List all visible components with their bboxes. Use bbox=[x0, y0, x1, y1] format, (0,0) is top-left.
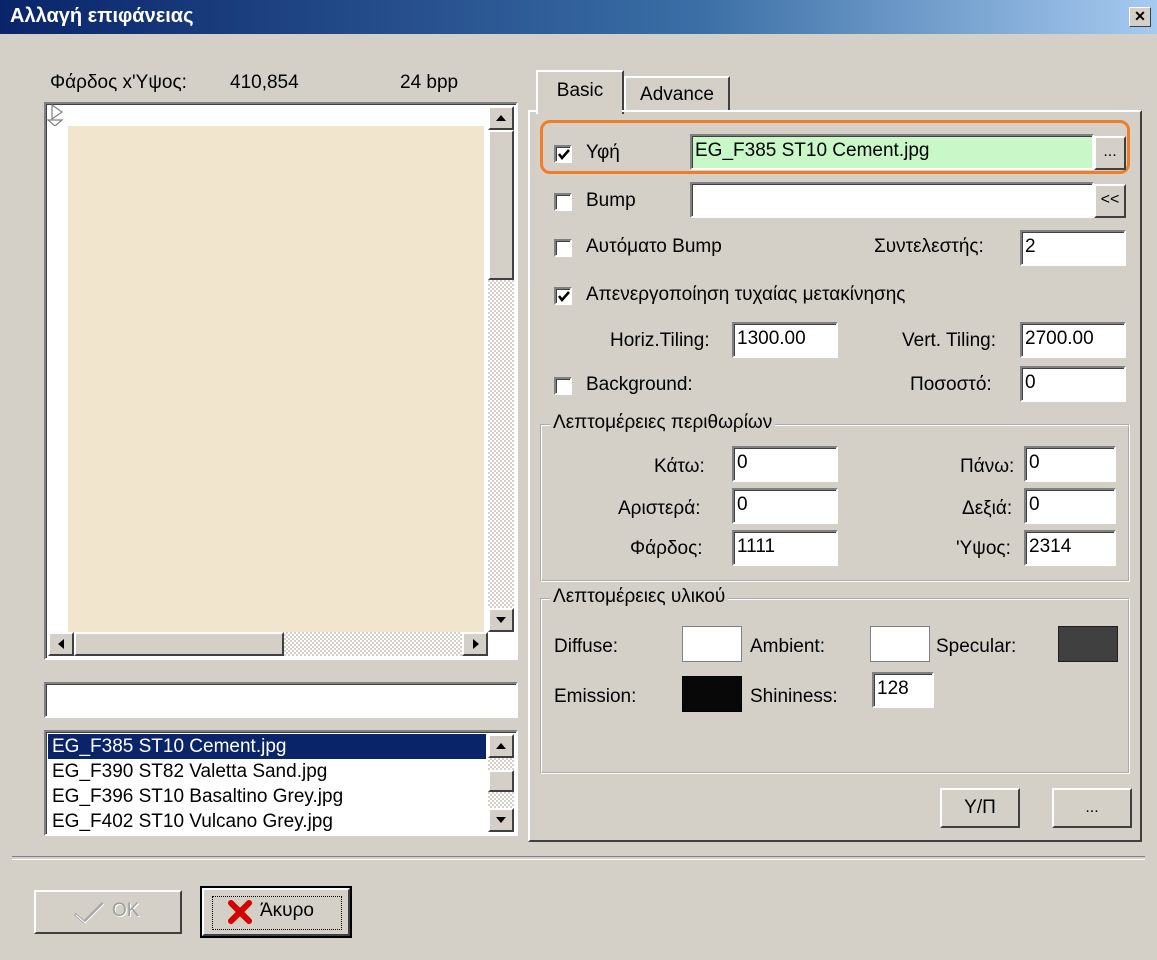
close-button[interactable]: ✕ bbox=[1129, 7, 1151, 27]
margin-top-field[interactable]: 0 bbox=[1024, 446, 1116, 482]
material-group-title: Λεπτομέρειες υλικού bbox=[550, 586, 729, 608]
margins-group-title: Λεπτομέρειες περιθωρίων bbox=[550, 412, 776, 434]
margin-bottom-field[interactable]: 0 bbox=[732, 446, 838, 482]
disable-random-label: Απενεργοποίηση τυχαίας μετακίνησης bbox=[586, 284, 906, 305]
margin-right-label: Δεξιά: bbox=[962, 498, 1013, 519]
disable-random-checkbox[interactable] bbox=[554, 287, 572, 305]
shininess-label: Shininess: bbox=[750, 686, 838, 707]
specular-color-swatch[interactable] bbox=[1058, 626, 1118, 662]
texture-checkbox[interactable] bbox=[554, 145, 572, 163]
vert-tiling-field[interactable]: 2700.00 bbox=[1020, 322, 1126, 358]
coefficient-label: Συντελεστής: bbox=[874, 236, 984, 257]
preview-size-value: 410,854 bbox=[230, 72, 299, 93]
red-x-icon bbox=[228, 900, 252, 924]
bump-label: Bump bbox=[586, 190, 636, 211]
margin-bottom-label: Κάτω: bbox=[654, 456, 705, 477]
vscroll-thumb[interactable] bbox=[488, 130, 514, 280]
tab-advance[interactable]: Advance bbox=[624, 76, 730, 112]
horiz-tiling-label: Horiz.Tiling: bbox=[610, 330, 710, 351]
specular-label: Specular: bbox=[936, 636, 1017, 657]
yp-button[interactable]: Υ/Π bbox=[940, 788, 1020, 828]
margin-left-field[interactable]: 0 bbox=[732, 488, 838, 524]
cancel-button[interactable]: Άκυρο bbox=[200, 886, 352, 938]
percent-label: Ποσοστό: bbox=[910, 374, 992, 395]
bump-button[interactable]: << bbox=[1094, 184, 1126, 218]
preview-bpp: 24 bpp bbox=[400, 72, 459, 93]
texture-label: Υφή bbox=[586, 142, 620, 163]
background-label: Background: bbox=[586, 374, 693, 395]
footer-separator bbox=[12, 856, 1145, 860]
list-scroll-down-button[interactable] bbox=[488, 808, 514, 832]
tab-join bbox=[538, 110, 622, 113]
texture-browse-button[interactable]: ... bbox=[1094, 136, 1126, 170]
background-checkbox[interactable] bbox=[554, 377, 572, 395]
tab-advance-label: Advance bbox=[640, 84, 714, 105]
coefficient-field[interactable]: 2 bbox=[1020, 230, 1126, 266]
list-item[interactable]: EG_F402 ST10 Vulcano Grey.jpg bbox=[48, 809, 486, 834]
bump-checkbox[interactable] bbox=[554, 193, 572, 211]
tab-basic[interactable]: Basic bbox=[536, 70, 624, 114]
margin-top-label: Πάνω: bbox=[960, 456, 1015, 477]
diffuse-label: Diffuse: bbox=[554, 636, 619, 657]
list-item[interactable]: EG_F385 ST10 Cement.jpg bbox=[48, 734, 486, 759]
margin-height-field[interactable]: 2314 bbox=[1024, 530, 1116, 566]
scroll-up-button[interactable] bbox=[488, 106, 514, 130]
margin-left-label: Αριστερά: bbox=[618, 498, 701, 519]
ok-label: OK bbox=[112, 900, 140, 921]
window-title: Αλλαγή επιφάνειας bbox=[10, 5, 194, 27]
list-scroll-up-button[interactable] bbox=[488, 734, 514, 758]
margin-width-field[interactable]: 1111 bbox=[732, 530, 838, 566]
list-item[interactable]: EG_F396 ST10 Basaltino Grey.jpg bbox=[48, 784, 486, 809]
file-list[interactable]: EG_F385 ST10 Cement.jpg EG_F390 ST82 Val… bbox=[44, 730, 518, 836]
preview-vscroll[interactable] bbox=[488, 106, 514, 632]
scroll-right-button[interactable] bbox=[462, 632, 488, 656]
more-button[interactable]: ... bbox=[1052, 788, 1132, 828]
preview-hscroll[interactable] bbox=[48, 632, 488, 656]
scroll-down-button[interactable] bbox=[488, 608, 514, 632]
horiz-tiling-field[interactable]: 1300.00 bbox=[732, 322, 838, 358]
vert-tiling-label: Vert. Tiling: bbox=[902, 330, 996, 351]
margin-right-field[interactable]: 0 bbox=[1024, 488, 1116, 524]
diffuse-color-swatch[interactable] bbox=[682, 626, 742, 662]
check-icon bbox=[74, 901, 105, 925]
margin-width-label: Φάρδος: bbox=[630, 538, 703, 559]
file-list-scrollbar[interactable] bbox=[488, 734, 514, 832]
bump-field[interactable] bbox=[690, 182, 1094, 218]
emission-color-swatch[interactable] bbox=[682, 676, 742, 712]
emission-label: Emission: bbox=[554, 686, 637, 707]
ambient-label: Ambient: bbox=[750, 636, 825, 657]
tab-basic-label: Basic bbox=[556, 80, 604, 101]
ambient-color-swatch[interactable] bbox=[870, 626, 930, 662]
ok-button[interactable]: OK bbox=[34, 890, 182, 934]
cancel-label: Άκυρο bbox=[260, 900, 314, 921]
list-item[interactable]: EG_F390 ST82 Valetta Sand.jpg bbox=[48, 759, 486, 784]
scroll-left-button[interactable] bbox=[48, 632, 74, 656]
ruler-marker-icon[interactable] bbox=[46, 103, 68, 127]
file-filter-input[interactable] bbox=[44, 682, 518, 718]
shininess-field[interactable]: 128 bbox=[872, 672, 934, 708]
texture-field[interactable]: EG_F385 ST10 Cement.jpg bbox=[690, 134, 1094, 170]
percent-field[interactable]: 0 bbox=[1020, 366, 1126, 402]
auto-bump-label: Αυτόματο Bump bbox=[586, 236, 722, 257]
texture-preview-image bbox=[68, 126, 484, 632]
auto-bump-checkbox[interactable] bbox=[554, 239, 572, 257]
hscroll-thumb[interactable] bbox=[74, 632, 284, 656]
margin-height-label: 'Υψος: bbox=[956, 538, 1011, 559]
close-icon: ✕ bbox=[1134, 8, 1146, 24]
preview-size-label: Φάρδος x'Υψος: bbox=[50, 72, 187, 93]
preview-panel bbox=[44, 102, 518, 660]
list-scroll-thumb[interactable] bbox=[488, 770, 514, 792]
